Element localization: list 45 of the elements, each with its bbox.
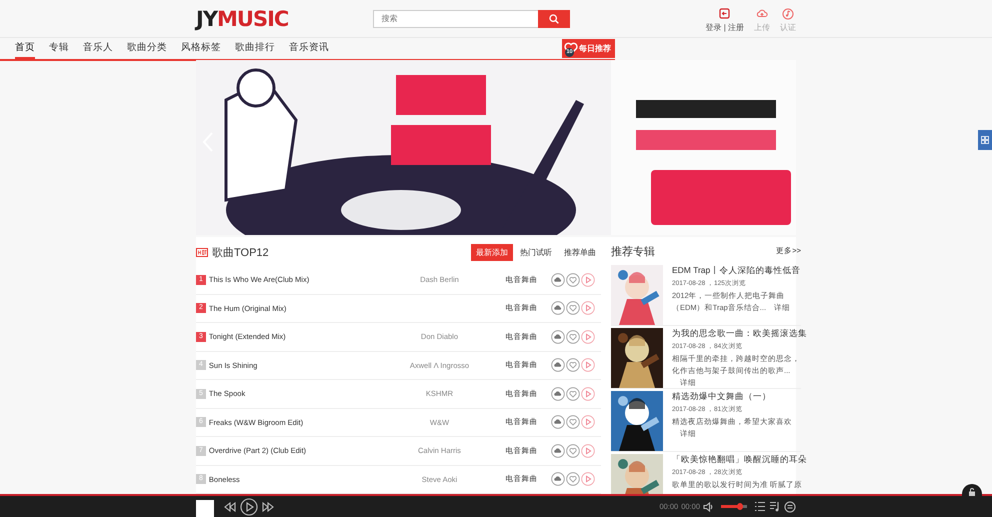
volume-icon[interactable] xyxy=(703,502,714,512)
share-tab[interactable] xyxy=(978,130,992,150)
search-icon xyxy=(549,14,560,24)
download-icon[interactable] xyxy=(551,358,566,372)
tab[interactable]: 最新添加 xyxy=(471,244,513,261)
album-title[interactable]: 为我的思念歌一曲：欧美摇滚选集 xyxy=(672,328,807,340)
lock-icon[interactable] xyxy=(968,488,976,496)
previous-icon[interactable] xyxy=(223,500,237,512)
download-icon[interactable] xyxy=(551,415,566,430)
cloud-upload-icon xyxy=(756,8,768,20)
album-title[interactable]: EDM Trap丨令人深陷的毒性低音 xyxy=(672,265,800,277)
search-field[interactable]: 搜索 xyxy=(373,10,538,28)
nav-link[interactable]: 首页 xyxy=(15,38,35,59)
tab[interactable]: 推荐单曲 xyxy=(559,244,601,261)
nav-link[interactable]: 音乐资讯 xyxy=(289,38,329,59)
nav-link[interactable]: 歌曲排行 xyxy=(235,38,275,59)
play-icon[interactable] xyxy=(240,498,258,516)
site-logo[interactable]: JYMUSIC xyxy=(196,6,288,30)
nav-link[interactable]: 专辑 xyxy=(49,38,69,59)
login-icon xyxy=(718,8,731,20)
next-icon[interactable] xyxy=(261,500,275,512)
hot-icon xyxy=(196,248,208,257)
music-note-icon xyxy=(782,8,794,20)
album-title[interactable]: 精选劲爆中文舞曲（一） xyxy=(672,391,771,403)
download-icon[interactable] xyxy=(551,444,566,458)
tab[interactable]: 热门试听 xyxy=(515,244,557,261)
section-title: 推荐专辑 xyxy=(611,244,655,258)
grid-icon xyxy=(981,136,989,144)
album-title[interactable]: 「欧美惊艳翻唱」唤醒沉睡的耳朵 xyxy=(672,454,807,466)
volume-slider[interactable] xyxy=(721,505,747,508)
download-icon[interactable] xyxy=(551,472,566,486)
download-icon[interactable] xyxy=(551,330,566,344)
search-button[interactable] xyxy=(538,10,570,28)
section-title: 歌曲TOP12 xyxy=(212,246,269,260)
message-icon[interactable] xyxy=(784,500,796,512)
nav-link[interactable]: 音乐人 xyxy=(83,38,113,59)
lyrics-icon[interactable] xyxy=(769,501,781,512)
download-icon[interactable] xyxy=(551,301,566,316)
album-cover xyxy=(196,500,214,517)
playlist-icon[interactable] xyxy=(754,501,766,512)
download-icon[interactable] xyxy=(551,386,566,401)
user-link[interactable]: 登录 | 注册 xyxy=(705,8,744,33)
nav-link[interactable]: 歌曲分类 xyxy=(127,38,167,59)
download-icon[interactable] xyxy=(551,272,566,287)
nav-link[interactable]: 风格标签 xyxy=(181,38,221,59)
